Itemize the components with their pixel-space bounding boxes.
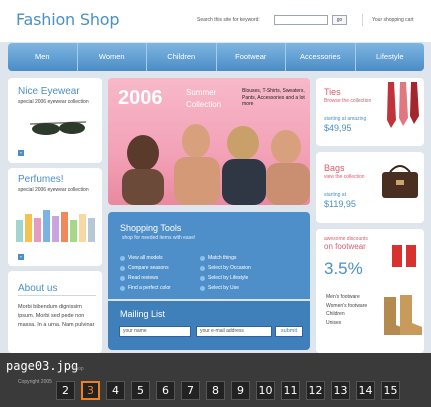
about-divider (18, 295, 96, 296)
footer-shop-label: Shop (72, 366, 84, 372)
bullet-icon (200, 255, 205, 261)
shopping-tools-panel: Shopping Tools shop for needed items wit… (108, 212, 310, 299)
ties-card[interactable]: Ties Browse the collection starting at a… (316, 78, 424, 146)
bullet-icon (120, 285, 125, 291)
perfumes-card[interactable]: Perfumes! special 2006 eyewear collectio… (8, 168, 102, 266)
about-title: About us (18, 283, 58, 294)
footwear-list: Men's footware Women's footware Children… (326, 293, 367, 327)
tool-select-lifestyle[interactable]: Select by Lifestyle (200, 275, 248, 281)
perfume-bottles-image (16, 210, 95, 242)
ties-title[interactable]: Ties (324, 87, 341, 97)
hero-description: Blouses, T-Shirts, Sweaters, Pants, Acce… (242, 88, 305, 107)
page-button-11[interactable]: 11 (281, 381, 300, 400)
nav-item-lifestyle[interactable]: Lifestyle (356, 43, 425, 71)
page-button-2[interactable]: 2 (56, 381, 75, 400)
mailing-submit-button[interactable]: submit (275, 326, 303, 337)
bag-image (382, 165, 418, 198)
hero-banner[interactable]: 2006 Summer Collection Blouses, T-Shirts… (108, 78, 310, 205)
page-button-6[interactable]: 6 (156, 381, 175, 400)
boots-image (384, 295, 422, 335)
bags-subtitle: view the collection (324, 174, 365, 180)
bullet-icon (200, 275, 205, 281)
image-filename: page03.jpg (6, 359, 79, 373)
ties-price: $49,95 (324, 123, 352, 133)
page-button-14[interactable]: 14 (356, 381, 375, 400)
shopping-tools-title: Shopping Tools (120, 223, 182, 233)
bullet-icon (120, 275, 125, 281)
shopping-cart-link[interactable]: Your shopping cart (372, 17, 414, 23)
tool-find-color[interactable]: Find a perfect color (120, 285, 171, 291)
hero-year: 2006 (118, 87, 163, 109)
eyewear-title[interactable]: Nice Eyewear (18, 86, 80, 97)
about-card: About us Morbi bibendum dignissim ipsum.… (8, 271, 102, 353)
shopping-tools-subtitle: shop for needed items with ease! (122, 235, 196, 241)
bullet-icon (120, 255, 125, 261)
nav-item-accessories[interactable]: Accessories (286, 43, 356, 71)
page-button-5[interactable]: 5 (131, 381, 150, 400)
page-button-3-active[interactable]: 3 (81, 381, 100, 400)
footwear-link-men[interactable]: Men's footware (326, 293, 367, 302)
search-label: Search this site for keyword: (197, 17, 260, 23)
footwear-card[interactable]: awesome discounts on footwear 3.5% Men's… (316, 229, 424, 353)
ties-subtitle: Browse the collection (324, 98, 372, 104)
mailing-email-input[interactable]: your e-mail address (196, 326, 272, 337)
site-logo[interactable]: Fashion Shop (16, 10, 120, 29)
mailing-list-title: Mailing List (120, 309, 166, 319)
page-button-8[interactable]: 8 (206, 381, 225, 400)
search-input[interactable] (274, 15, 328, 25)
page-button-4[interactable]: 4 (106, 381, 125, 400)
page-button-12[interactable]: 12 (306, 381, 325, 400)
page-button-13[interactable]: 13 (331, 381, 350, 400)
footwear-percent: 3.5% (324, 259, 363, 278)
footwear-link-unisex[interactable]: Unisex (326, 319, 367, 328)
page-button-9[interactable]: 9 (231, 381, 250, 400)
perfumes-title[interactable]: Perfumes! (18, 174, 64, 185)
tool-select-occasion[interactable]: Select by Occasion (200, 265, 251, 271)
sunglasses-image (29, 121, 87, 135)
search-go-button[interactable]: go (332, 15, 347, 25)
nav-item-children[interactable]: Children (147, 43, 217, 71)
perfumes-more-icon[interactable]: » (18, 254, 24, 260)
bullet-icon (120, 265, 125, 271)
eyewear-more-icon[interactable]: » (18, 150, 24, 156)
bullet-icon (200, 285, 205, 291)
sale-gift-image (392, 238, 416, 267)
footer-copyright: Copyright 2005 (18, 379, 52, 385)
main-nav: Men Women Children Footwear Accessories … (8, 43, 424, 71)
page-button-7[interactable]: 7 (181, 381, 200, 400)
page-pager: 2 3 4 5 6 7 8 9 10 11 12 13 14 15 (56, 381, 400, 400)
ties-starting: starting at amazing (324, 116, 367, 122)
eyewear-card[interactable]: Nice Eyewear special 2006 eyewear collec… (8, 78, 102, 163)
tool-compare-seasons[interactable]: Compare seasons (120, 265, 169, 271)
tool-match-things[interactable]: Match things (200, 255, 236, 261)
perfumes-subtitle: special 2006 eyewear collection (18, 187, 89, 193)
bags-price: $119,95 (324, 199, 356, 209)
bags-starting: starting at (324, 192, 346, 198)
hero-people-image (122, 124, 310, 205)
tool-view-all-models[interactable]: View all models (120, 255, 163, 261)
footwear-on: on footwear (324, 242, 366, 251)
nav-item-footwear[interactable]: Footwear (217, 43, 286, 71)
page-button-10[interactable]: 10 (256, 381, 275, 400)
footwear-link-women[interactable]: Women's footware (326, 302, 367, 311)
tool-read-reviews[interactable]: Read reviews (120, 275, 158, 281)
hero-collection: Collection (186, 100, 222, 109)
bags-title[interactable]: Bags (324, 163, 345, 173)
ties-image (387, 82, 419, 128)
header-divider (362, 14, 363, 26)
tool-select-use[interactable]: Select by Use (200, 285, 239, 291)
footwear-link-children[interactable]: Children (326, 310, 367, 319)
hero-summer: Summer (186, 88, 217, 97)
nav-item-women[interactable]: Women (78, 43, 147, 71)
about-text: Morbi bibendum dignissim ipsum. Morbi se… (18, 304, 95, 328)
nav-item-men[interactable]: Men (8, 43, 78, 71)
header: Fashion Shop Search this site for keywor… (0, 0, 431, 42)
mailing-name-input[interactable]: your name (119, 326, 191, 337)
page-button-15[interactable]: 15 (381, 381, 400, 400)
bags-card[interactable]: Bags view the collection starting at $11… (316, 152, 424, 223)
eyewear-subtitle: special 2006 eyewear collection (18, 99, 89, 105)
bullet-icon (200, 265, 205, 271)
